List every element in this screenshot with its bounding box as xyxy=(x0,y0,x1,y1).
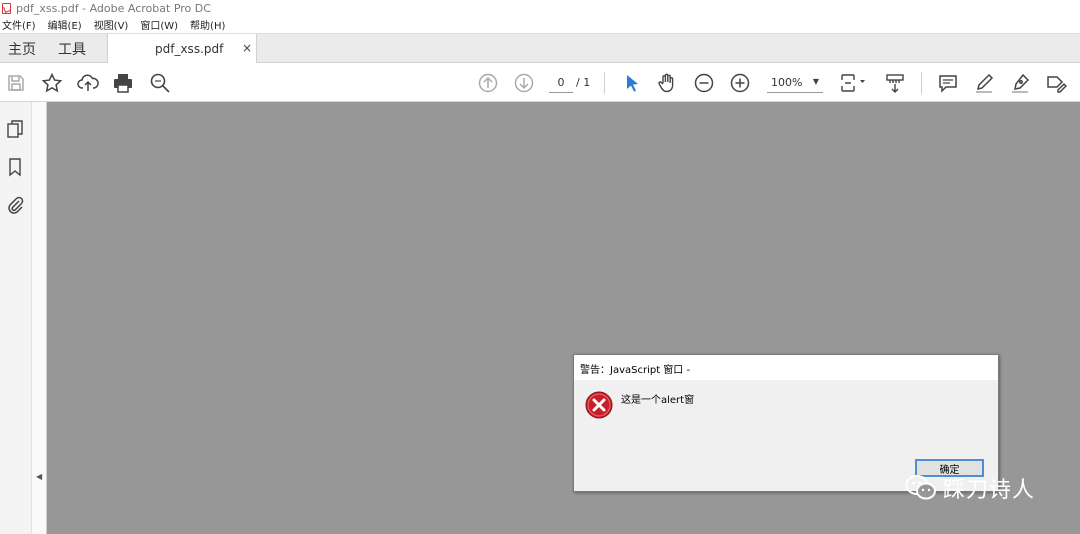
save-icon xyxy=(8,75,24,91)
panel-collapse-strip[interactable]: ◀ xyxy=(31,102,47,534)
plus-circle-icon xyxy=(730,73,750,93)
bookmark-star-button[interactable] xyxy=(40,71,64,95)
zoom-in-button[interactable] xyxy=(728,71,752,95)
scroll-mode-icon xyxy=(886,74,904,93)
scroll-mode-button[interactable] xyxy=(883,71,907,95)
document-tab-label: pdf_xss.pdf xyxy=(155,42,224,56)
tab-document[interactable]: pdf_xss.pdf × xyxy=(107,34,257,64)
page-fit-button[interactable] xyxy=(838,71,868,95)
toolbar-divider xyxy=(604,72,605,94)
pages-icon xyxy=(7,120,23,138)
menu-help[interactable]: 帮助(H) xyxy=(190,17,225,32)
toolbar-divider xyxy=(921,72,922,94)
edit-tag-icon xyxy=(1047,76,1067,93)
arrow-down-circle-icon xyxy=(514,73,534,93)
main-toolbar: / 1 100% ▼ xyxy=(0,63,1080,102)
wechat-icon xyxy=(905,475,936,500)
search-icon xyxy=(150,73,170,93)
page-total-label: / 1 xyxy=(576,76,591,89)
comment-icon xyxy=(939,75,957,93)
page-number-input[interactable] xyxy=(549,73,573,93)
fountain-pen-icon xyxy=(1012,73,1030,93)
highlighter-pen-icon xyxy=(976,73,994,93)
window-title: pdf_xss.pdf - Adobe Acrobat Pro DC xyxy=(16,1,211,15)
menu-view[interactable]: 视图(V) xyxy=(94,17,129,32)
error-icon xyxy=(585,391,613,419)
tab-bar: 主页 工具 pdf_xss.pdf × xyxy=(0,33,1080,64)
dialog-titlebar[interactable]: 警告：JavaScript 窗口 - xyxy=(574,355,998,380)
printer-icon xyxy=(114,74,132,93)
upload-cloud-button[interactable] xyxy=(76,71,100,95)
hand-icon xyxy=(658,73,674,93)
attachments-button[interactable] xyxy=(4,194,26,216)
bookmarks-button[interactable] xyxy=(4,156,26,178)
menu-bar: 文件(F) 编辑(E) 视图(V) 窗口(W) 帮助(H) xyxy=(0,16,1080,33)
menu-window[interactable]: 窗口(W) xyxy=(140,17,178,32)
cursor-arrow-icon xyxy=(627,75,638,92)
bookmark-icon xyxy=(9,158,21,177)
hand-tool-button[interactable] xyxy=(655,71,679,95)
chevron-down-icon: ▼ xyxy=(812,77,819,86)
tab-tools[interactable]: 工具 xyxy=(58,39,86,59)
watermark-text: 踩刀诗人 xyxy=(943,478,1036,503)
fit-page-icon xyxy=(841,74,865,92)
highlight-button[interactable] xyxy=(972,71,996,95)
zoom-level-select[interactable]: 100% ▼ xyxy=(767,73,823,93)
arrow-up-circle-icon xyxy=(478,73,498,93)
menu-file[interactable]: 文件(F) xyxy=(2,17,36,32)
edit-pdf-button[interactable] xyxy=(1044,71,1068,95)
zoom-out-button[interactable] xyxy=(692,71,716,95)
minus-circle-icon xyxy=(694,73,714,93)
left-navigation-panel xyxy=(0,102,31,534)
page-thumbnails-button[interactable] xyxy=(4,118,26,140)
dialog-message: 这是一个alert窗 xyxy=(621,395,695,406)
dialog-title: 警告：JavaScript 窗口 - xyxy=(580,365,691,376)
star-icon xyxy=(41,72,63,93)
comment-button[interactable] xyxy=(936,71,960,95)
search-button[interactable] xyxy=(148,71,172,95)
print-button[interactable] xyxy=(111,71,135,95)
watermark: 踩刀诗人 xyxy=(905,468,1035,508)
next-page-button[interactable] xyxy=(512,71,536,95)
previous-page-button[interactable] xyxy=(476,71,500,95)
close-tab-icon[interactable]: × xyxy=(242,41,252,55)
select-tool-button[interactable] xyxy=(620,71,644,95)
cloud-upload-icon xyxy=(77,74,99,91)
tab-home[interactable]: 主页 xyxy=(8,39,36,59)
acrobat-app-icon xyxy=(2,2,11,14)
save-button[interactable] xyxy=(4,71,28,95)
chevron-left-icon[interactable]: ◀ xyxy=(36,472,42,481)
paperclip-icon xyxy=(8,196,24,214)
sign-button[interactable] xyxy=(1008,71,1032,95)
window-titlebar: pdf_xss.pdf - Adobe Acrobat Pro DC xyxy=(0,0,1080,16)
menu-edit[interactable]: 编辑(E) xyxy=(48,17,82,32)
zoom-value: 100% xyxy=(771,76,803,89)
